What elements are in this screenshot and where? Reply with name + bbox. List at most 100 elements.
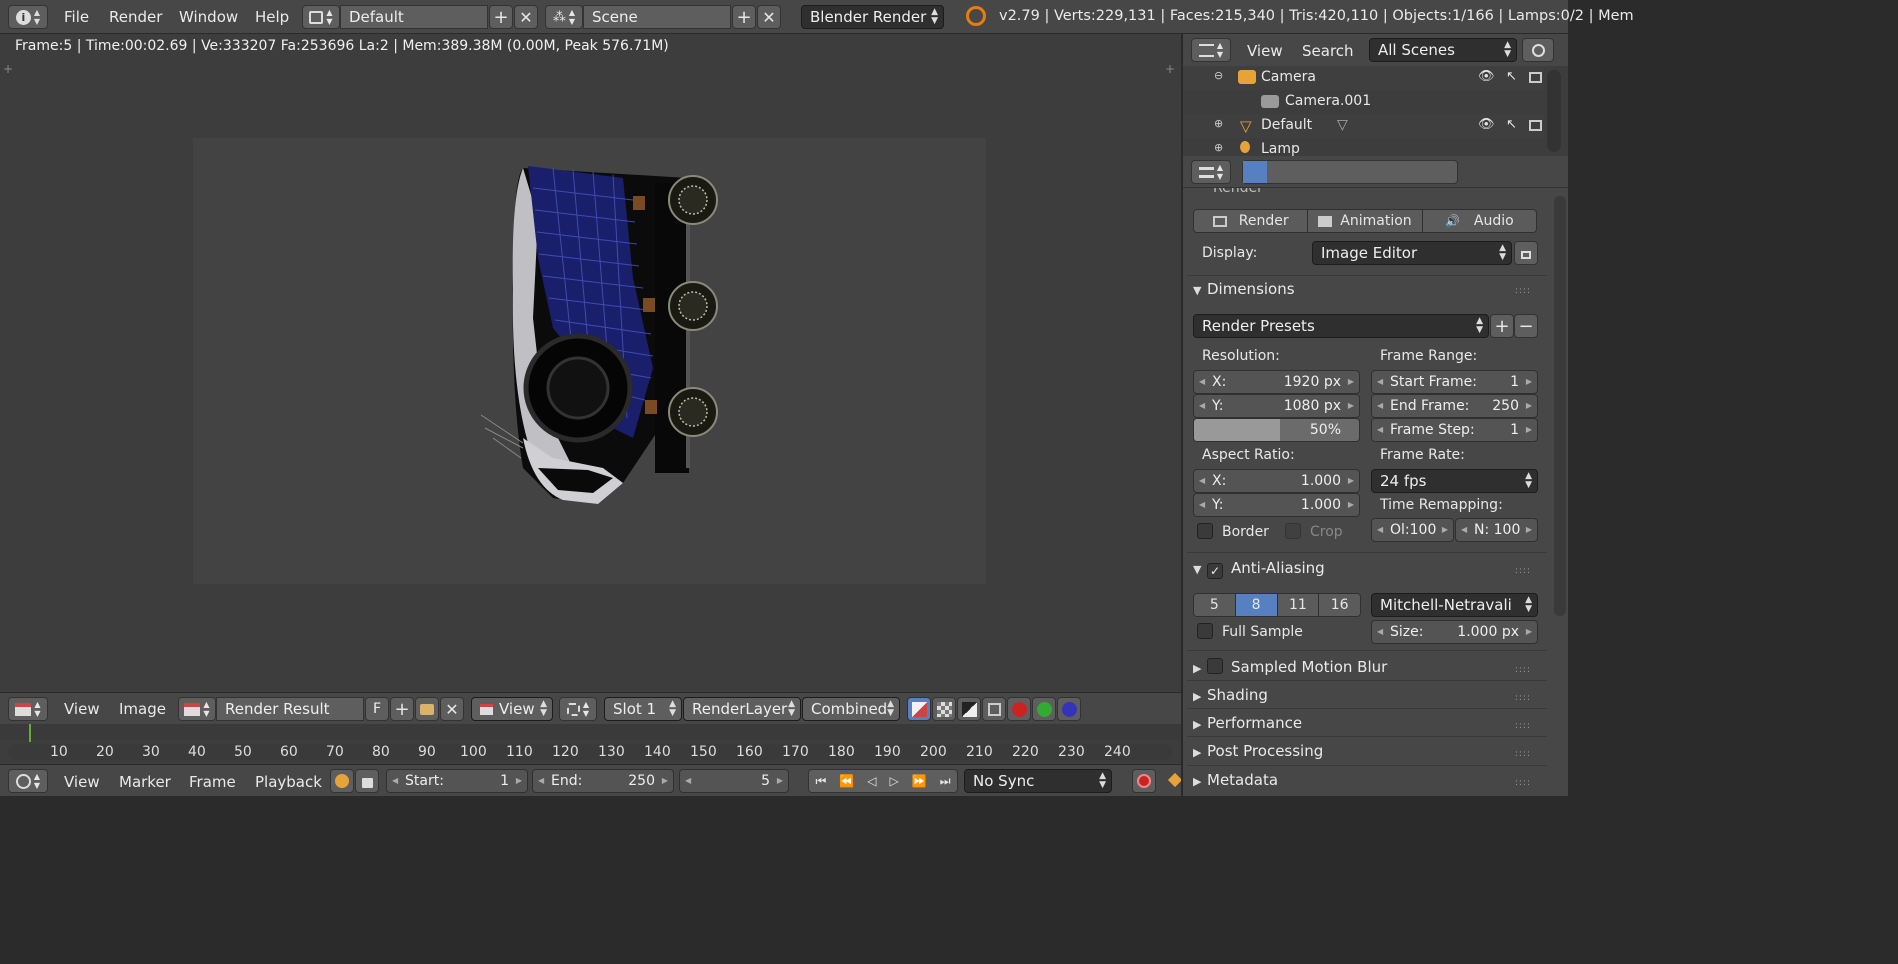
audio-button[interactable]: 🔊 Audio [1423, 210, 1536, 232]
metadata-panel-header[interactable]: ▶ Metadata [1193, 771, 1278, 789]
crop-checkbox[interactable] [1285, 523, 1301, 539]
timeline-menu-view[interactable]: View [64, 773, 100, 791]
aspect-y-field[interactable]: ◀ Y: 1.000 ▶ [1193, 493, 1360, 517]
editor-type-button[interactable]: ▲ ▼ [8, 697, 48, 721]
end-frame-field[interactable]: ◀ End: 250 ▶ [532, 769, 674, 793]
menu-image[interactable]: Image [119, 700, 166, 718]
jump-end-icon[interactable]: ⏭ [940, 774, 951, 789]
fake-user-button[interactable]: F [365, 697, 389, 721]
outliner-editor-type-button[interactable]: ▲ ▼ [1191, 38, 1231, 62]
layout-browse-button[interactable]: ▲ ▼ [302, 5, 340, 29]
properties-editor-type-button[interactable]: ▲ ▼ [1191, 160, 1231, 184]
filter-size-field[interactable]: ◀ Size: 1.000 px ▶ [1371, 620, 1538, 644]
outliner-row[interactable]: Camera.001 [1183, 90, 1543, 114]
tab-render-layers-icon[interactable] [1267, 161, 1291, 183]
add-preset-button[interactable]: + [1490, 314, 1514, 338]
performance-panel-header[interactable]: ▶ Performance [1193, 714, 1302, 732]
prev-keyframe-icon[interactable]: ⏪ [839, 774, 854, 788]
add-layout-button[interactable]: + [489, 5, 513, 29]
render-button[interactable]: Render [1194, 210, 1309, 232]
tab-texture-icon[interactable] [1409, 161, 1433, 183]
drag-grip-icon[interactable]: :::: [1515, 778, 1531, 788]
tab-modifier-icon[interactable] [1433, 161, 1457, 183]
menu-window[interactable]: Window [179, 8, 238, 26]
anti-aliasing-checkbox[interactable]: ✓ [1207, 563, 1223, 579]
eye-icon[interactable]: 👁 [1478, 69, 1495, 84]
keyframe-icon[interactable] [1167, 772, 1183, 788]
outliner-display-dropdown[interactable]: All Scenes ▲ ▼ [1369, 38, 1517, 62]
tab-object-icon[interactable] [1338, 161, 1362, 183]
sync-mode-dropdown[interactable]: No Sync ▲ ▼ [964, 769, 1112, 793]
tab-render-camera-icon[interactable] [1243, 161, 1267, 183]
image-browse-button[interactable]: ▲ ▼ [178, 697, 216, 721]
lock-range-button[interactable] [355, 769, 379, 793]
scene-browse-button[interactable]: ⁂ ▲ ▼ [545, 5, 583, 29]
remove-preset-button[interactable]: − [1514, 314, 1538, 338]
outliner-search-button[interactable] [1522, 38, 1554, 62]
add-scene-button[interactable]: + [732, 5, 756, 29]
outliner-scrollbar[interactable] [1547, 70, 1561, 152]
image-editor-viewport[interactable]: Frame:5 | Time:00:02.69 | Ve:333207 Fa:2… [0, 34, 1181, 692]
remap-new-field[interactable]: ◀ N: 100 ▶ [1455, 518, 1538, 542]
outliner-row[interactable]: ⊕ ▽ Default ▽ 👁 ↖ [1183, 114, 1543, 138]
full-sample-checkbox[interactable] [1197, 623, 1213, 639]
properties-scrollbar[interactable] [1554, 196, 1566, 616]
start-frame-setting-field[interactable]: ◀ Start Frame: 1 ▶ [1371, 370, 1538, 394]
red-channel-button[interactable] [1007, 697, 1031, 721]
render-presets-dropdown[interactable]: Render Presets ▲ ▼ [1193, 314, 1489, 338]
current-frame-marker[interactable] [29, 724, 31, 742]
dimensions-panel-header[interactable]: ▼ Dimensions [1193, 280, 1295, 298]
play-reverse-icon[interactable]: ◁ [867, 774, 876, 788]
open-image-button[interactable] [415, 697, 439, 721]
drag-grip-icon[interactable]: :::: [1515, 749, 1531, 759]
aa-samples-11-button[interactable]: 11 [1277, 594, 1320, 616]
unlink-image-button[interactable]: ✕ [440, 697, 464, 721]
delete-scene-button[interactable]: ✕ [757, 5, 781, 29]
cursor-icon[interactable]: ↖ [1506, 117, 1517, 132]
timeline-scrollbar[interactable] [8, 744, 1172, 760]
menu-render[interactable]: Render [109, 8, 162, 26]
sampled-motion-blur-panel-header[interactable]: ▶ Sampled Motion Blur [1193, 658, 1387, 676]
render-pass-dropdown[interactable]: Combined ▲ ▼ [802, 697, 900, 721]
shading-panel-header[interactable]: ▶ Shading [1193, 686, 1268, 704]
drag-grip-icon[interactable]: :::: [1515, 721, 1531, 731]
collapse-icon[interactable]: ⊖ [1214, 69, 1223, 82]
post-processing-panel-header[interactable]: ▶ Post Processing [1193, 742, 1323, 760]
border-checkbox[interactable] [1197, 523, 1213, 539]
green-channel-button[interactable] [1032, 697, 1056, 721]
aa-samples-5-button[interactable]: 5 [1194, 594, 1236, 616]
animation-button[interactable]: Animation [1308, 210, 1423, 232]
view-mode-dropdown[interactable]: View ▲ ▼ [471, 697, 553, 721]
timeline-area[interactable]: 10 20 30 40 50 60 70 80 90 100 110 120 130 140 150 160 1… [0, 724, 1181, 764]
outliner-menu-view[interactable]: View [1247, 42, 1283, 60]
motion-blur-checkbox[interactable] [1207, 658, 1223, 674]
image-name-field[interactable]: Render Result [216, 697, 364, 721]
delete-layout-button[interactable]: ✕ [514, 5, 538, 29]
aa-filter-dropdown[interactable]: Mitchell-Netravali ▲ ▼ [1371, 593, 1538, 617]
drag-grip-icon[interactable]: :::: [1515, 286, 1531, 296]
timeline-menu-marker[interactable]: Marker [119, 773, 171, 791]
preview-range-button[interactable] [330, 769, 354, 793]
expand-icon[interactable]: ⊕ [1214, 117, 1223, 130]
draw-zbuffer-button[interactable] [982, 697, 1006, 721]
menu-file[interactable]: File [64, 8, 89, 26]
play-icon[interactable]: ▷ [890, 774, 899, 788]
timeline-track[interactable] [0, 724, 1181, 740]
render-result-canvas[interactable] [193, 138, 986, 584]
draw-color-button[interactable] [932, 697, 956, 721]
render-camera-icon[interactable] [1529, 72, 1542, 83]
resolution-y-field[interactable]: ◀ Y: 1080 px ▶ [1193, 394, 1360, 418]
slot-dropdown[interactable]: Slot 1 ▲ ▼ [604, 697, 682, 721]
resolution-percentage-slider[interactable]: 50% [1193, 418, 1360, 442]
resolution-x-field[interactable]: ◀ X: 1920 px ▶ [1193, 370, 1360, 394]
menu-help[interactable]: Help [255, 8, 289, 26]
render-camera-icon[interactable] [1529, 120, 1542, 131]
outliner-menu-search[interactable]: Search [1302, 42, 1354, 60]
expand-icon[interactable]: ⊕ [1214, 141, 1223, 154]
drag-grip-icon[interactable]: :::: [1515, 566, 1531, 576]
anti-aliasing-panel-header[interactable]: ▼ ✓ Anti-Aliasing [1193, 559, 1325, 579]
tab-camera-data-icon[interactable] [1386, 161, 1410, 183]
menu-view[interactable]: View [64, 700, 100, 718]
outliner-row[interactable]: ⊖ Camera 👁 ↖ [1183, 66, 1543, 90]
info-editor-type-button[interactable]: i ▲ ▼ [8, 5, 48, 29]
